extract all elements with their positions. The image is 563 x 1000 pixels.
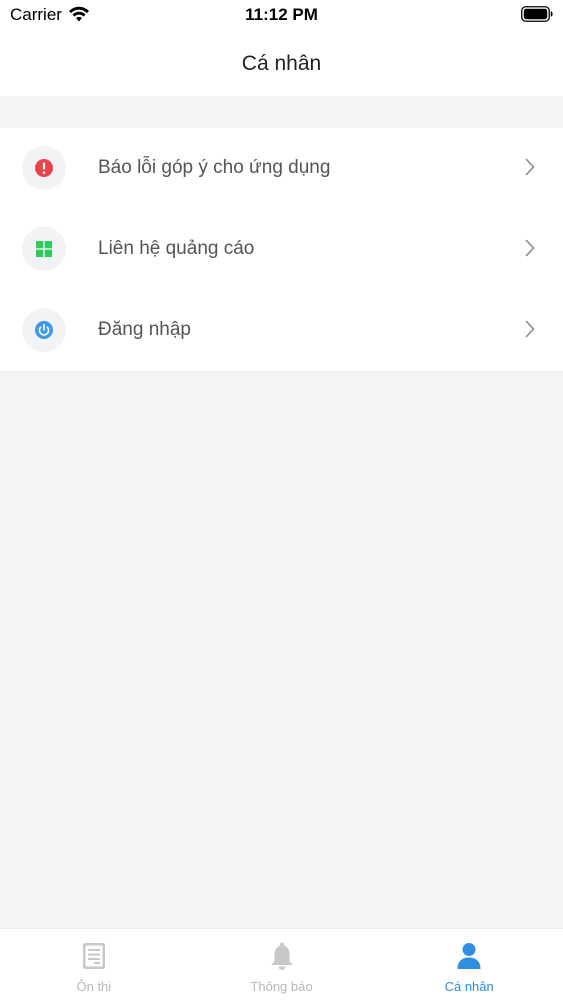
tab-label: Thông báo [250,979,313,994]
person-icon [457,943,481,969]
chevron-right-icon [525,239,535,257]
clock: 11:12 PM [245,5,318,24]
alert-icon [22,146,66,190]
tab-review[interactable]: Ôn thi [0,929,188,1000]
chevron-right-icon [525,320,535,338]
menu-item-advertising-contact[interactable]: Liên hệ quảng cáo [0,209,563,290]
document-icon [82,943,105,969]
screen: Carrier 11:12 PM Cá nhân Báo lỗi góp ý c… [0,0,563,1000]
tab-profile[interactable]: Cá nhân [375,929,563,1000]
tab-notifications[interactable]: Thông báo [188,929,376,1000]
page-title: Cá nhân [241,52,322,75]
settings-menu: Báo lỗi góp ý cho ứng dụng Liên hệ quảng… [0,128,563,371]
grid-icon [22,227,66,271]
tab-bar: Ôn thi Thông báo Cá nhân [0,928,563,1000]
tab-label: Cá nhân [444,979,494,994]
tab-label: Ôn thi [76,979,112,994]
menu-item-label: Báo lỗi góp ý cho ứng dụng [98,157,331,178]
menu-item-login[interactable]: Đăng nhập [0,290,563,371]
bell-icon [271,942,292,970]
menu-item-report-bug[interactable]: Báo lỗi góp ý cho ứng dụng [0,128,563,209]
status-bar: Carrier 11:12 PM [0,0,563,30]
battery-icon [521,6,553,22]
menu-item-label: Đăng nhập [98,319,191,340]
menu-item-label: Liên hệ quảng cáo [98,238,255,259]
chevron-right-icon [525,158,535,176]
power-icon [22,308,66,352]
navigation-bar: Cá nhân [0,30,563,96]
